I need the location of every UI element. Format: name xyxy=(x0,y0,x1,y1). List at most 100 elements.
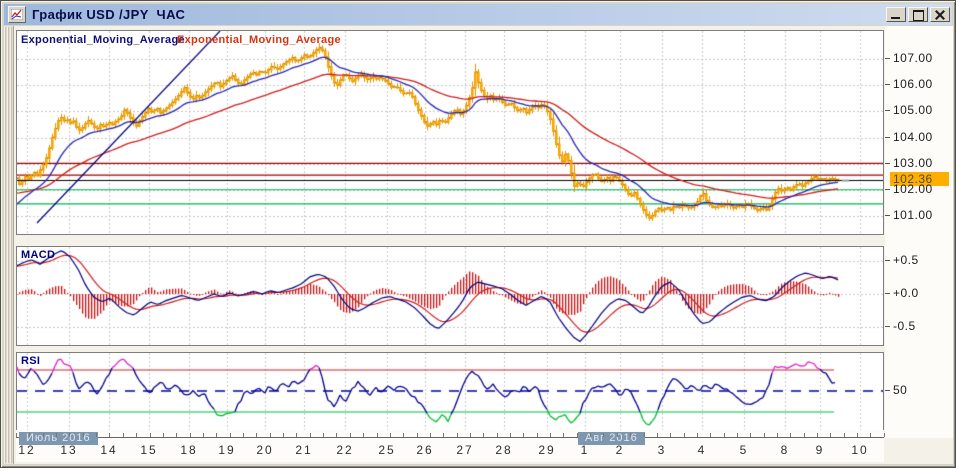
time-tick-mark xyxy=(389,433,391,437)
date-label-4: 4 xyxy=(697,443,707,457)
date-label-26: 26 xyxy=(416,443,434,457)
price-tick-104.00: 104.00 xyxy=(885,130,933,144)
date-label-8: 8 xyxy=(780,443,790,457)
price-tick-101.00: 101.00 xyxy=(885,208,933,222)
time-tick-mark xyxy=(790,433,792,437)
axis-tick-mark xyxy=(885,84,890,86)
time-tick-mark xyxy=(496,433,498,437)
macd-tick-+0.5: +0.5 xyxy=(885,253,919,267)
time-tick-mark xyxy=(202,433,204,437)
time-tick-mark xyxy=(323,433,325,437)
axis-tick-label: 103.00 xyxy=(893,156,933,170)
time-tick-mark xyxy=(576,433,578,437)
date-label-25: 25 xyxy=(378,443,396,457)
date-label-2: 2 xyxy=(615,443,625,457)
time-tick-mark xyxy=(216,433,218,437)
time-tick-mark xyxy=(630,433,632,437)
macd-tick-+0.0: +0.0 xyxy=(885,286,919,300)
chart-client-area: Exponential_Moving_Average Exponential_M… xyxy=(4,26,953,464)
time-tick-mark xyxy=(82,433,84,437)
axis-tick-mark xyxy=(885,260,890,262)
time-tick-mark xyxy=(42,433,44,437)
axis-tick-mark xyxy=(885,189,890,191)
axis-tick-mark xyxy=(885,137,890,139)
axis-tick-label: 105.00 xyxy=(893,103,933,117)
price-tick-107.00: 107.00 xyxy=(885,51,933,65)
minimize-icon xyxy=(891,17,900,19)
axis-tick-mark xyxy=(885,58,890,60)
time-tick-mark xyxy=(336,433,338,437)
price-panel: Exponential_Moving_Average Exponential_M… xyxy=(16,30,884,235)
time-tick-mark xyxy=(189,433,191,437)
time-tick-mark xyxy=(763,433,765,437)
time-tick-mark xyxy=(883,433,885,437)
price-axis[interactable]: 102.36 107.00 106.00 105.00 104.00 103.00 102… xyxy=(885,26,953,438)
axis-tick-label: -0.5 xyxy=(893,319,916,333)
axis-tick-mark xyxy=(885,293,890,295)
time-tick-mark xyxy=(563,433,565,437)
time-tick-mark xyxy=(136,433,138,437)
minimize-button[interactable] xyxy=(886,7,906,22)
time-tick-mark xyxy=(283,433,284,437)
time-axis[interactable]: Июль 2016 Авг 2016 12 13 14 15 18 19 20 21 22 25 2… xyxy=(16,430,885,462)
date-label-12: 12 xyxy=(18,443,36,457)
time-tick-mark xyxy=(590,433,592,437)
time-tick-mark xyxy=(96,433,98,437)
time-tick-mark xyxy=(616,433,618,437)
time-tick-mark xyxy=(469,433,471,437)
axis-tick-mark xyxy=(885,215,890,217)
time-tick-mark xyxy=(656,433,658,437)
macd-label: MACD xyxy=(21,249,56,261)
date-label-22: 22 xyxy=(336,443,354,457)
window-title: График USD /JPY ЧАС xyxy=(32,7,186,22)
time-tick-mark xyxy=(857,433,859,437)
date-label-3: 3 xyxy=(657,443,667,457)
chart-window-icon[interactable] xyxy=(8,6,26,23)
time-tick-mark xyxy=(830,433,832,437)
title-bar[interactable]: График USD /JPY ЧАС xyxy=(4,4,952,25)
price-tick-103.00: 103.00 xyxy=(885,156,933,170)
axis-tick-label: +0.5 xyxy=(893,253,919,267)
rsi-canvas[interactable] xyxy=(17,353,883,433)
date-label-20: 20 xyxy=(256,443,274,457)
rsi-tick-50: 50 xyxy=(885,383,907,397)
time-tick-mark xyxy=(403,433,405,437)
time-tick-mark xyxy=(723,433,725,437)
maximize-icon xyxy=(913,10,924,21)
time-tick-mark xyxy=(670,433,672,437)
time-tick-mark xyxy=(149,433,151,437)
time-tick-mark xyxy=(683,433,685,437)
time-tick-mark xyxy=(162,433,164,437)
chart-window: График USD /JPY ЧАС Exponential_Moving_A… xyxy=(0,0,956,468)
macd-canvas[interactable] xyxy=(17,247,883,345)
ema-label-1: Exponential_Moving_Average xyxy=(21,34,185,46)
time-tick-mark xyxy=(29,433,31,437)
price-chart-canvas[interactable] xyxy=(17,31,883,234)
date-label-15: 15 xyxy=(140,443,158,457)
axis-tick-mark xyxy=(885,390,890,392)
time-tick-mark xyxy=(429,433,431,437)
close-button[interactable] xyxy=(930,7,950,22)
axis-tick-label: 50 xyxy=(893,383,908,397)
axis-tick-label: 106.00 xyxy=(893,77,933,91)
time-tick-mark xyxy=(269,433,271,437)
macd-panel: MACD xyxy=(16,246,884,346)
time-tick-mark xyxy=(817,433,818,437)
chart-workspace: Exponential_Moving_Average Exponential_M… xyxy=(13,26,953,464)
maximize-button[interactable] xyxy=(908,7,928,22)
axis-tick-mark xyxy=(885,110,890,112)
time-tick-mark xyxy=(443,433,445,437)
date-label-19: 19 xyxy=(218,443,236,457)
date-label-21: 21 xyxy=(295,443,313,457)
time-tick-mark xyxy=(523,433,525,437)
time-tick-mark xyxy=(603,433,605,437)
left-grip xyxy=(4,27,13,463)
time-tick-mark xyxy=(870,433,872,437)
date-label-1: 1 xyxy=(580,443,590,457)
time-tick-mark xyxy=(510,433,511,437)
time-tick-mark xyxy=(843,433,845,437)
time-tick-mark xyxy=(736,433,738,437)
axis-tick-mark xyxy=(885,326,890,328)
date-label-27: 27 xyxy=(456,443,474,457)
axis-tick-mark xyxy=(885,163,890,165)
